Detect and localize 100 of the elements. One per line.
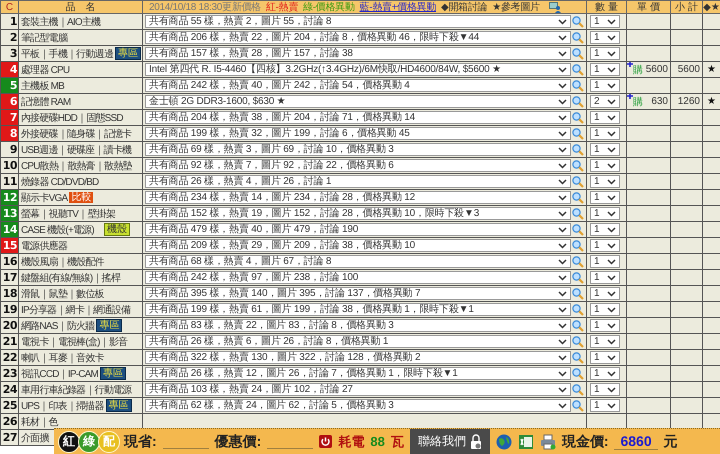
quantity-select[interactable]: 1 [590,239,620,252]
chevron-icon [558,258,567,264]
quantity-select[interactable]: 1 [590,351,620,364]
globe-icon[interactable] [496,434,512,450]
product-select[interactable]: 共有商品 83 樣，熱賣 22，圖片 83，討論 8，價格異動 3 [145,319,571,332]
search-icon[interactable] [572,144,584,156]
product-select[interactable]: 共有商品 395 樣，熱賣 140，圖片 395，討論 137，價格異動 7 [145,287,571,300]
search-icon[interactable] [572,352,584,364]
search-icon[interactable] [572,240,584,252]
category-link[interactable]: CASE 機殼(+電源) [21,222,94,236]
product-select[interactable]: 共有商品 242 樣，熱賣 40，圖片 242，討論 54，價格異動 4 [145,79,571,92]
search-icon[interactable] [572,192,584,204]
product-select[interactable]: 共有商品 234 樣，熱賣 14，圖片 234，討論 28，價格異動 12 [145,191,571,204]
quantity-select[interactable]: 1 [590,383,620,396]
printer-icon[interactable] [540,434,556,450]
quantity-select[interactable]: 1 [590,63,620,76]
product-select[interactable]: 共有商品 204 樣，熱賣 38，圖片 204，討論 71，價格異動 14 [145,111,571,124]
quantity-select[interactable]: 1 [590,127,620,140]
product-select[interactable]: 共有商品 322 樣，熱賣 130，圖片 322，討論 128，價格異動 2 [145,351,571,364]
quantity-select[interactable]: 1 [590,207,620,220]
search-icon[interactable] [572,288,584,300]
subtotal: 1260 [678,96,700,107]
quantity-select[interactable]: 1 [590,271,620,284]
search-icon[interactable] [572,256,584,268]
search-icon[interactable] [572,368,584,380]
product-select[interactable]: 金士頓 2G DDR3-1600, $630 ★ [145,95,571,108]
quantity-select[interactable]: 1 [590,175,620,188]
product-select[interactable]: 共有商品 26 樣，熱賣 4，圖片 26，討論 1 [145,175,571,188]
product-select[interactable]: 共有商品 103 樣，熱賣 24，圖片 102，討論 27 [145,383,571,396]
quantity-select[interactable]: 1 [590,191,620,204]
product-select[interactable]: 共有商品 199 樣，熱賣 61，圖片 199，討論 38，價格異動 1，限時下殺▼1 [145,303,571,316]
quantity-select[interactable]: 1 [590,303,620,316]
quantity-select[interactable]: 1 [590,319,620,332]
contact-button[interactable]: 聯絡我們 [410,429,490,454]
product-select[interactable]: 共有商品 92 樣，熱賣 7，圖片 92，討論 22，價格異動 6 [145,159,571,172]
product-select[interactable]: Intel 第四代 R. I5-4460【四核】3.2GHz(↑3.4GHz)/6M快取/HD4600/84W, $5600 ★ [145,63,571,76]
search-icon[interactable] [572,16,584,28]
search-icon[interactable] [572,336,584,348]
product-select[interactable]: 共有商品 209 樣，熱賣 29，圖片 209，討論 38，價格異動 10 [145,239,571,252]
category-tag[interactable]: 專區 [100,367,126,380]
category-tag[interactable]: 比較 [69,192,94,203]
search-icon[interactable] [572,304,584,316]
search-icon[interactable] [572,64,584,76]
product-select[interactable]: 共有商品 26 樣，熱賣 6，圖片 26，討論 8，價格異動 1 [145,335,571,348]
search-icon[interactable] [572,384,584,396]
search-icon[interactable] [572,320,584,332]
search-icon[interactable] [572,208,584,220]
quantity-select[interactable]: 1 [590,255,620,268]
category-tag[interactable]: 機殼 [104,223,130,236]
quantity-select[interactable]: 1 [590,47,620,60]
quantity-select[interactable]: 1 [590,31,620,44]
legend-label: 紅-熱賣 [266,2,298,12]
search-icon[interactable] [572,80,584,92]
product-select[interactable]: 共有商品 206 樣，熱賣 22，圖片 204，討論 8，價格異動 46，限時下殺▼44 [145,31,571,44]
product-select[interactable]: 共有商品 157 樣，熱賣 28，圖片 157，討論 38 [145,47,571,60]
category-tag[interactable]: 專區 [106,399,132,412]
category-link[interactable]: 視訊CCD｜IP-CAM [21,366,98,380]
category-tag[interactable]: 專區 [115,47,142,60]
quantity-select[interactable]: 1 [590,287,620,300]
search-icon[interactable] [572,160,584,172]
search-icon[interactable] [572,176,584,188]
quantity-select[interactable]: 1 [590,367,620,380]
search-icon[interactable] [572,272,584,284]
category-link[interactable]: 顯示卡VGA [21,190,68,204]
product-select[interactable]: 共有商品 152 樣，熱賣 19，圖片 152，討論 28，價格異動 10，限時下殺▼3 [145,207,571,220]
search-icon[interactable] [572,96,584,108]
product-select[interactable]: 共有商品 242 樣，熱賣 97，圖片 238，討論 100 [145,271,571,284]
quantity-select[interactable]: 1 [590,15,620,28]
search-icon[interactable] [572,112,584,124]
legend-link[interactable]: 藍-熱賣+價格異動 [360,2,436,12]
product-select[interactable]: 共有商品 55 樣，熱賣 2，圖片 55，討論 8 [145,15,571,28]
category-link[interactable]: 平板｜手機｜行動週邊 [21,46,114,60]
category-link[interactable]: UPS｜印表｜掃描器 [21,398,104,412]
search-icon[interactable] [572,224,584,236]
quantity-select[interactable]: 1 [590,143,620,156]
row-number: 2 [0,30,18,46]
quantity-select[interactable]: 1 [590,79,620,92]
quantity-select[interactable]: 2 [590,95,620,108]
spreadsheet-icon[interactable] [518,434,534,450]
quantity-select[interactable]: 1 [590,223,620,236]
category-link[interactable]: 網路NAS｜防火牆 [21,318,94,332]
quantity-select[interactable]: 1 [590,159,620,172]
search-icon[interactable] [572,128,584,140]
product-select[interactable]: 共有商品 68 樣，熱賣 4，圖片 67，討論 8 [145,255,571,268]
product-select[interactable]: 共有商品 69 樣，熱賣 3，圖片 69，討論 10，價格異動 3 [145,143,571,156]
product-select[interactable]: 共有商品 26 樣，熱賣 12，圖片 26，討論 7，價格異動 1，限時下殺▼1 [145,367,571,380]
product-select[interactable]: 共有商品 62 樣，熱賣 24，圖片 62，討論 5，價格異動 3 [145,399,571,412]
search-icon[interactable] [572,400,584,412]
category-link[interactable]: 介面擴 [21,430,49,444]
quantity-select[interactable]: 1 [590,399,620,412]
subtotal: 5600 [678,64,700,75]
quantity-select[interactable]: 1 [590,111,620,124]
category-tag[interactable]: 專區 [96,319,122,332]
row-number: 27 [0,430,18,446]
user-screen-icon[interactable] [548,2,561,12]
search-icon[interactable] [572,32,584,44]
quantity-select[interactable]: 1 [590,335,620,348]
search-icon[interactable] [572,48,584,60]
product-select[interactable]: 共有商品 479 樣，熱賣 40，圖片 479，討論 190 [145,223,571,236]
product-select[interactable]: 共有商品 199 樣，熱賣 32，圖片 199，討論 6，價格異動 45 [145,127,571,140]
